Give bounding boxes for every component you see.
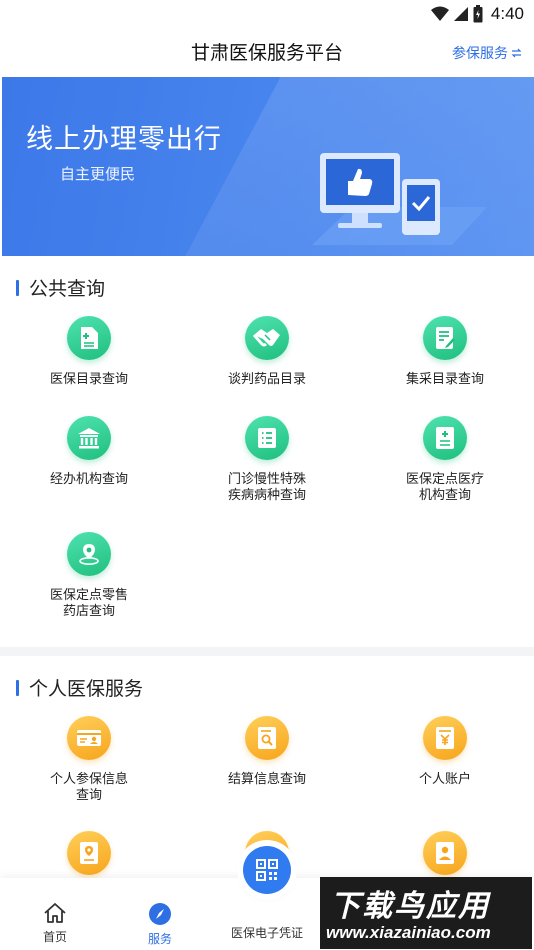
settlement-query-item[interactable]: 结算信息查询 (187, 716, 347, 788)
insurance-service-label: 参保服务 (452, 46, 508, 62)
item-label: 结算信息查询 (227, 772, 306, 787)
item-label: 个人参保信息 查询 (49, 772, 128, 803)
promo-banner[interactable]: 线上办理零出行 自主更便民 (2, 77, 534, 256)
service-item-6[interactable] (365, 831, 525, 875)
public-query-header: 公共查询 (16, 274, 105, 301)
compass-icon (149, 903, 171, 925)
search-document-icon (245, 716, 289, 760)
personal-service-header: 个人医保服务 (16, 674, 143, 701)
procurement-catalog-item[interactable]: 集采目录查询 (365, 316, 525, 388)
item-label: 谈判药品目录 (227, 372, 306, 387)
catalog-query-item[interactable]: 医保目录查询 (9, 316, 169, 388)
watermark-url: www.xiazainiao.com (326, 923, 491, 942)
status-time: 4:40 (490, 4, 524, 23)
banner-title: 线上办理零出行 (26, 124, 222, 155)
item-label: 经办机构查询 (49, 472, 128, 487)
personal-service-title: 个人医保服务 (29, 678, 144, 700)
handshake-icon (245, 316, 289, 360)
service-item-4[interactable] (9, 831, 169, 875)
section-marker (16, 679, 19, 696)
battery-icon (473, 5, 483, 23)
signal-icon (453, 7, 468, 21)
qr-code-icon (256, 859, 278, 881)
location-icon (67, 532, 111, 576)
nav-ecard-label[interactable]: 医保电子凭证 (212, 924, 322, 941)
document-icon (67, 316, 111, 360)
computer-illustration (312, 153, 487, 245)
watermark-title: 下载鸟应用 (330, 889, 490, 924)
item-label: 个人账户 (418, 772, 471, 787)
ecard-qr-button[interactable] (243, 846, 291, 894)
item-label: 医保定点医疗 机构查询 (405, 472, 484, 503)
negotiated-drugs-item[interactable]: 谈判药品目录 (187, 316, 347, 388)
institution-icon (67, 416, 111, 460)
watermark-logo: 下载鸟应用 www.xiazainiao.com (320, 877, 532, 949)
insurance-service-link[interactable]: 参保服务 (452, 43, 522, 63)
list-icon (245, 416, 289, 460)
app-screen: 4:40 甘肃医保服务平台 参保服务 线上办理零出行 自主更便民 公共查询 医保… (0, 0, 534, 950)
agency-query-item[interactable]: 经办机构查询 (9, 416, 169, 488)
id-card-icon (67, 716, 111, 760)
chronic-disease-item[interactable]: 门诊慢性特殊 疾病病种查询 (187, 416, 347, 504)
pharmacy-query-item[interactable]: 医保定点零售 药店查询 (9, 532, 169, 620)
status-bar: 4:40 (0, 0, 534, 28)
item-label: 门诊慢性特殊 疾病病种查询 (227, 472, 306, 503)
section-divider (0, 647, 534, 656)
item-label: 集采目录查询 (405, 372, 484, 387)
medical-record-icon (423, 416, 467, 460)
switch-icon (511, 48, 522, 58)
yuan-icon (423, 716, 467, 760)
public-query-title: 公共查询 (29, 278, 106, 300)
item-label: 医保定点零售 药店查询 (49, 588, 128, 619)
nav-home[interactable]: 首页 (0, 902, 110, 945)
app-header: 甘肃医保服务平台 参保服务 (0, 28, 534, 76)
nav-service-label: 服务 (147, 932, 172, 946)
section-marker (16, 279, 19, 296)
item-label: 医保目录查询 (49, 372, 128, 387)
location-card-icon (67, 831, 111, 875)
insurance-info-item[interactable]: 个人参保信息 查询 (9, 716, 169, 804)
person-card-icon (423, 831, 467, 875)
nav-service[interactable]: 服务 (105, 902, 215, 947)
edit-document-icon (423, 316, 467, 360)
home-icon (44, 903, 66, 923)
nav-home-label: 首页 (42, 930, 67, 944)
medical-institution-item[interactable]: 医保定点医疗 机构查询 (365, 416, 525, 504)
personal-account-item[interactable]: 个人账户 (365, 716, 525, 788)
wifi-icon (430, 6, 449, 21)
banner-subtitle: 自主更便民 (60, 165, 136, 183)
